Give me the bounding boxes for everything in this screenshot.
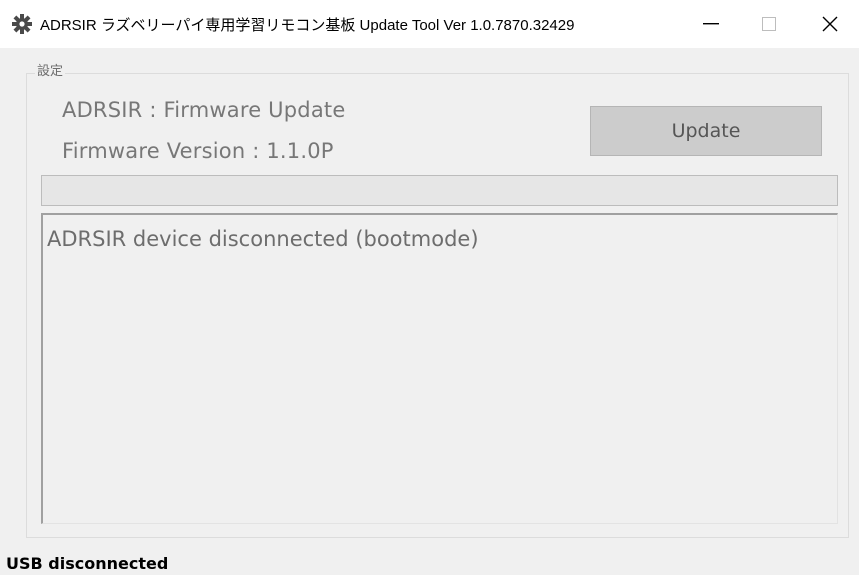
- status-bar: USB disconnected: [0, 548, 859, 575]
- minimize-icon: [703, 23, 719, 25]
- firmware-version-label: Firmware Version : 1.1.0P: [62, 139, 334, 163]
- title-bar[interactable]: ADRSIR ラズベリーパイ専用学習リモコン基板 Update Tool Ver…: [0, 0, 859, 48]
- device-label: ADRSIR : Firmware Update: [62, 98, 346, 122]
- update-button[interactable]: Update: [590, 106, 822, 156]
- log-output[interactable]: ADRSIR device disconnected (bootmode): [41, 213, 838, 524]
- status-text: USB disconnected: [6, 554, 169, 573]
- close-icon: [822, 16, 838, 32]
- progress-bar: [41, 175, 838, 206]
- window-title: ADRSIR ラズベリーパイ専用学習リモコン基板 Update Tool Ver…: [40, 17, 575, 34]
- minimize-button[interactable]: [682, 0, 740, 48]
- gear-icon: [11, 13, 33, 35]
- maximize-icon: [762, 17, 776, 31]
- maximize-button[interactable]: [740, 0, 798, 48]
- settings-group-label: 設定: [35, 64, 66, 80]
- close-button[interactable]: [801, 0, 859, 48]
